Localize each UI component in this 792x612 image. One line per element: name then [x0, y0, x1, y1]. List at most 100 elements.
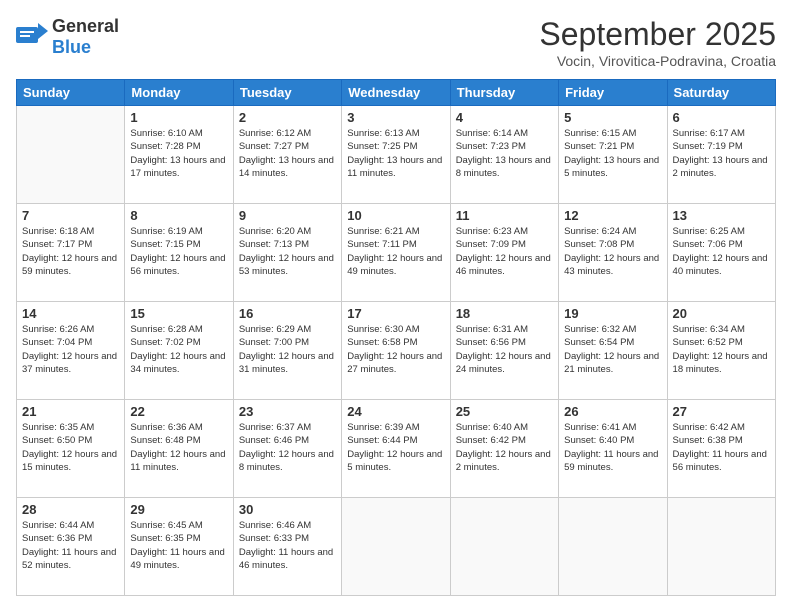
day-number: 17 [347, 306, 444, 321]
table-row: 23 Sunrise: 6:37 AMSunset: 6:46 PMDayligh… [233, 400, 341, 498]
table-row: 12Sunrise: 6:24 AMSunset: 7:08 PMDayligh… [559, 204, 667, 302]
day-number: 13 [673, 208, 770, 223]
day-number: 28 [22, 502, 119, 517]
day-number: 22 [130, 404, 227, 419]
calendar-week-row: 1 Sunrise: 6:10 AMSunset: 7:28 PMDaylight… [17, 106, 776, 204]
logo: General Blue [16, 16, 119, 58]
day-info: Sunrise: 6:21 AMSunset: 7:11 PMDaylight:… [347, 225, 444, 278]
day-info: Sunrise: 6:28 AMSunset: 7:02 PMDaylight:… [130, 323, 227, 376]
day-info: Sunrise: 6:15 AMSunset: 7:21 PMDaylight:… [564, 127, 661, 180]
day-info: Sunrise: 6:39 AMSunset: 6:44 PMDaylight:… [347, 421, 444, 474]
table-row: 16 Sunrise: 6:29 AMSunset: 7:00 PMDayligh… [233, 302, 341, 400]
day-number: 29 [130, 502, 227, 517]
day-info: Sunrise: 6:34 AMSunset: 6:52 PMDaylight:… [673, 323, 770, 376]
table-row: 22 Sunrise: 6:36 AMSunset: 6:48 PMDayligh… [125, 400, 233, 498]
table-row: 8Sunrise: 6:19 AMSunset: 7:15 PMDaylight… [125, 204, 233, 302]
header-friday: Friday [559, 80, 667, 106]
day-info: Sunrise: 6:10 AMSunset: 7:28 PMDaylight:… [130, 127, 227, 180]
day-info: Sunrise: 6:41 AMSunset: 6:40 PMDaylight:… [564, 421, 661, 474]
day-number: 21 [22, 404, 119, 419]
day-number: 4 [456, 110, 553, 125]
table-row: 10 Sunrise: 6:21 AMSunset: 7:11 PMDayligh… [342, 204, 450, 302]
day-number: 19 [564, 306, 661, 321]
calendar-week-row: 14 Sunrise: 6:26 AMSunset: 7:04 PMDayligh… [17, 302, 776, 400]
day-number: 23 [239, 404, 336, 419]
header-thursday: Thursday [450, 80, 558, 106]
day-number: 14 [22, 306, 119, 321]
day-number: 15 [130, 306, 227, 321]
table-row: 11Sunrise: 6:23 AMSunset: 7:09 PMDayligh… [450, 204, 558, 302]
header-monday: Monday [125, 80, 233, 106]
day-number: 12 [564, 208, 661, 223]
day-number: 16 [239, 306, 336, 321]
day-number: 6 [673, 110, 770, 125]
day-number: 20 [673, 306, 770, 321]
day-info: Sunrise: 6:40 AMSunset: 6:42 PMDaylight:… [456, 421, 553, 474]
logo-general-text: General [52, 16, 119, 36]
location-subtitle: Vocin, Virovitica-Podravina, Croatia [539, 53, 776, 69]
table-row: 14 Sunrise: 6:26 AMSunset: 7:04 PMDayligh… [17, 302, 125, 400]
table-row: 19 Sunrise: 6:32 AMSunset: 6:54 PMDayligh… [559, 302, 667, 400]
table-row: 27 Sunrise: 6:42 AMSunset: 6:38 PMDayligh… [667, 400, 775, 498]
day-info: Sunrise: 6:45 AMSunset: 6:35 PMDaylight:… [130, 519, 227, 572]
day-info: Sunrise: 6:32 AMSunset: 6:54 PMDaylight:… [564, 323, 661, 376]
day-number: 25 [456, 404, 553, 419]
day-info: Sunrise: 6:42 AMSunset: 6:38 PMDaylight:… [673, 421, 770, 474]
day-info: Sunrise: 6:13 AMSunset: 7:25 PMDaylight:… [347, 127, 444, 180]
header-wednesday: Wednesday [342, 80, 450, 106]
calendar-week-row: 7 Sunrise: 6:18 AMSunset: 7:17 PMDaylight… [17, 204, 776, 302]
day-number: 7 [22, 208, 119, 223]
calendar-week-row: 28Sunrise: 6:44 AMSunset: 6:36 PMDayligh… [17, 498, 776, 596]
day-info: Sunrise: 6:20 AMSunset: 7:13 PMDaylight:… [239, 225, 336, 278]
day-number: 8 [130, 208, 227, 223]
table-row: 26 Sunrise: 6:41 AMSunset: 6:40 PMDayligh… [559, 400, 667, 498]
header-sunday: Sunday [17, 80, 125, 106]
table-row: 2Sunrise: 6:12 AMSunset: 7:27 PMDaylight… [233, 106, 341, 204]
calendar-header-row: Sunday Monday Tuesday Wednesday Thursday… [17, 80, 776, 106]
day-info: Sunrise: 6:17 AMSunset: 7:19 PMDaylight:… [673, 127, 770, 180]
page: General Blue September 2025 Vocin, Virov… [0, 0, 792, 612]
day-number: 1 [130, 110, 227, 125]
table-row: 30 Sunrise: 6:46 AMSunset: 6:33 PMDayligh… [233, 498, 341, 596]
logo-blue-text: Blue [52, 37, 91, 57]
day-info: Sunrise: 6:12 AMSunset: 7:27 PMDaylight:… [239, 127, 336, 180]
header: General Blue September 2025 Vocin, Virov… [16, 16, 776, 69]
day-number: 5 [564, 110, 661, 125]
table-row: 4 Sunrise: 6:14 AMSunset: 7:23 PMDaylight… [450, 106, 558, 204]
day-number: 10 [347, 208, 444, 223]
table-row: 13 Sunrise: 6:25 AMSunset: 7:06 PMDayligh… [667, 204, 775, 302]
day-info: Sunrise: 6:29 AMSunset: 7:00 PMDaylight:… [239, 323, 336, 376]
calendar-week-row: 21Sunrise: 6:35 AMSunset: 6:50 PMDayligh… [17, 400, 776, 498]
day-number: 9 [239, 208, 336, 223]
day-info: Sunrise: 6:46 AMSunset: 6:33 PMDaylight:… [239, 519, 336, 572]
day-number: 30 [239, 502, 336, 517]
day-number: 26 [564, 404, 661, 419]
calendar-table: Sunday Monday Tuesday Wednesday Thursday… [16, 79, 776, 596]
table-row: 15 Sunrise: 6:28 AMSunset: 7:02 PMDayligh… [125, 302, 233, 400]
table-row: 28Sunrise: 6:44 AMSunset: 6:36 PMDayligh… [17, 498, 125, 596]
table-row: 17 Sunrise: 6:30 AMSunset: 6:58 PMDayligh… [342, 302, 450, 400]
table-row: 1 Sunrise: 6:10 AMSunset: 7:28 PMDaylight… [125, 106, 233, 204]
day-info: Sunrise: 6:25 AMSunset: 7:06 PMDaylight:… [673, 225, 770, 278]
title-block: September 2025 Vocin, Virovitica-Podravi… [539, 16, 776, 69]
table-row [342, 498, 450, 596]
day-number: 18 [456, 306, 553, 321]
table-row: 24 Sunrise: 6:39 AMSunset: 6:44 PMDayligh… [342, 400, 450, 498]
table-row [559, 498, 667, 596]
day-info: Sunrise: 6:26 AMSunset: 7:04 PMDaylight:… [22, 323, 119, 376]
day-info: Sunrise: 6:31 AMSunset: 6:56 PMDaylight:… [456, 323, 553, 376]
day-info: Sunrise: 6:18 AMSunset: 7:17 PMDaylight:… [22, 225, 119, 278]
table-row: 9 Sunrise: 6:20 AMSunset: 7:13 PMDaylight… [233, 204, 341, 302]
day-number: 3 [347, 110, 444, 125]
table-row: 25 Sunrise: 6:40 AMSunset: 6:42 PMDayligh… [450, 400, 558, 498]
day-number: 24 [347, 404, 444, 419]
table-row: 3 Sunrise: 6:13 AMSunset: 7:25 PMDaylight… [342, 106, 450, 204]
day-info: Sunrise: 6:14 AMSunset: 7:23 PMDaylight:… [456, 127, 553, 180]
table-row [450, 498, 558, 596]
day-info: Sunrise: 6:30 AMSunset: 6:58 PMDaylight:… [347, 323, 444, 376]
table-row: 21Sunrise: 6:35 AMSunset: 6:50 PMDayligh… [17, 400, 125, 498]
day-info: Sunrise: 6:36 AMSunset: 6:48 PMDaylight:… [130, 421, 227, 474]
table-row [17, 106, 125, 204]
day-info: Sunrise: 6:37 AMSunset: 6:46 PMDaylight:… [239, 421, 336, 474]
day-number: 27 [673, 404, 770, 419]
